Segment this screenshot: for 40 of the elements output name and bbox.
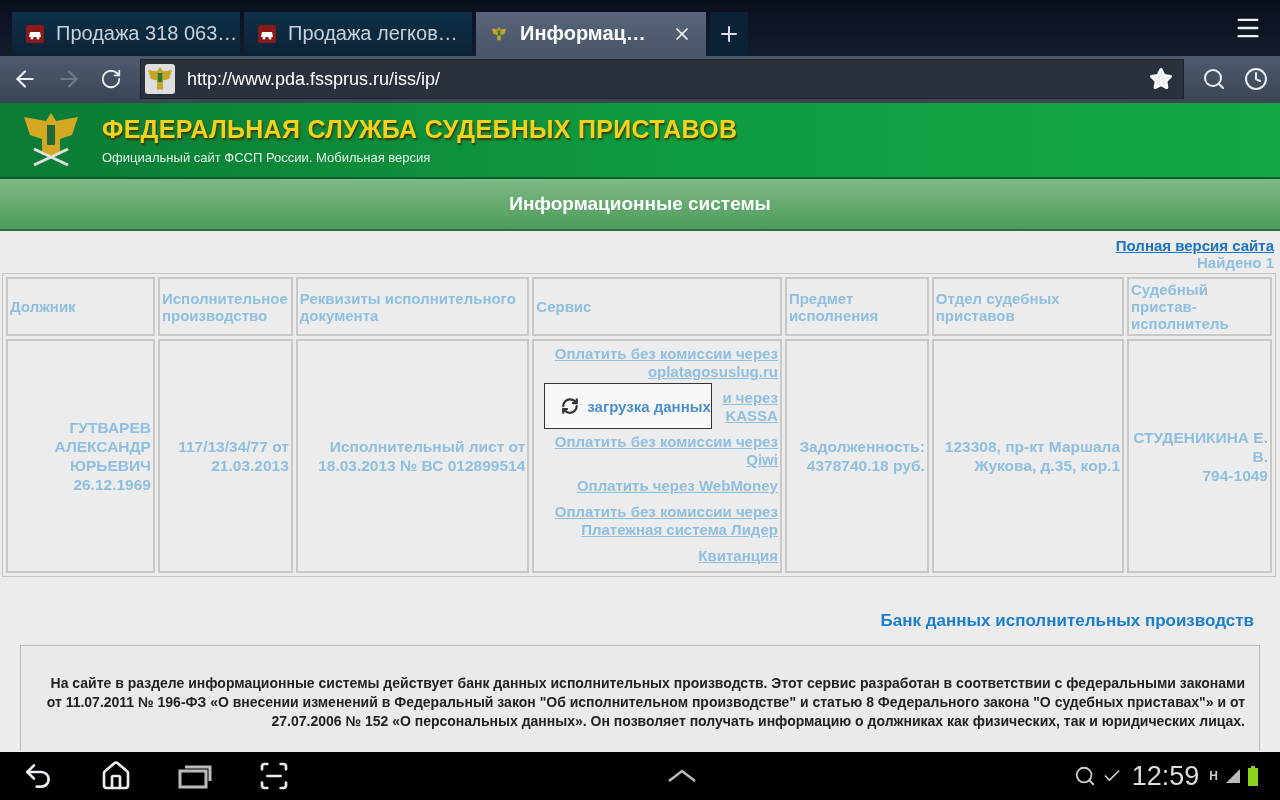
recent-apps-button[interactable] [178,763,212,790]
browser-tab[interactable]: Информац… [476,11,706,56]
results-count: Найдено 1 [1197,254,1274,272]
browser-tab[interactable]: Продажа 318 063… [12,11,240,56]
table-cell: Задолженность: 4378740.18 руб. [799,437,925,476]
table-cell: ГУТВАРЕВ АЛЕКСАНДР ЮРЬЕВИЧ 26.12.1969 [54,418,151,495]
site-title: ФЕДЕРАЛЬНАЯ СЛУЖБА СУДЕБНЫХ ПРИСТАВОВ [102,114,738,144]
reload-button[interactable] [100,68,122,91]
search-icon [1073,765,1096,788]
search-button[interactable] [1202,67,1226,92]
car-icon [258,24,276,43]
clock-time: 12:59 [1131,760,1200,792]
table-cell: 123308, пр-кт Маршала Жукова, д.35, кор.1 [944,437,1121,476]
refresh-icon [561,397,580,416]
star-icon[interactable] [1149,67,1173,92]
full-version-link[interactable]: Полная версия сайта [1115,237,1274,255]
column-header: Реквизиты исполнительного документа [299,289,516,324]
bookmark-clock-button[interactable] [1244,67,1268,92]
signal-icon [1224,767,1242,786]
address-field[interactable]: http://www.pda.fssprus.ru/iss/ip/ [140,59,1184,100]
site-subtitle: Официальный сайт ФССП России. Мобильная версия [102,149,432,165]
column-header: Должник [10,298,76,316]
description-text: На сайте в разделе информационные системы действует банк данных исполнительных производств. Этот сервис разработан в соответствии с федеральными законами от 11.07.2011 № 196-ФЗ «О внесении изменений в Федеральный закон "Об исполнительном производстве" и статью 8 Федерального закона "О судебных приставах"» и от 27.07.2006 № 152 «О персональных данных». Он позволяет получать информацию о должниках как физических, так и юридических лицах. [45,674,1245,732]
page-title: Информационные системы [0,178,1280,232]
column-header: Исполнительное производство [161,289,288,324]
column-header: Судебный пристав-исполнитель [1131,281,1229,333]
section-link[interactable]: Банк данных исполнительных производств [880,611,1254,632]
battery-icon [1248,766,1258,787]
table-cell: Исполнительный лист от 18.03.2013 № ВС 012899514 [318,437,526,476]
table-cell: СТУДЕНИКИНА Е. В. 794-1049 [1133,427,1268,485]
network-type: H [1209,769,1218,784]
car-icon [26,24,44,43]
column-header: Предмет исполнения [788,289,879,324]
loading-text: загрузка данных [587,397,711,415]
table-cell: 117/13/34/77 от 21.03.2013 [178,437,289,476]
column-header: Отдел судебных приставов [935,289,1060,324]
column-header: Сервис [536,298,592,316]
new-tab-button[interactable] [710,11,748,56]
browser-tab[interactable]: Продажа легков… [244,11,472,56]
chevron-up-icon[interactable] [666,769,697,784]
